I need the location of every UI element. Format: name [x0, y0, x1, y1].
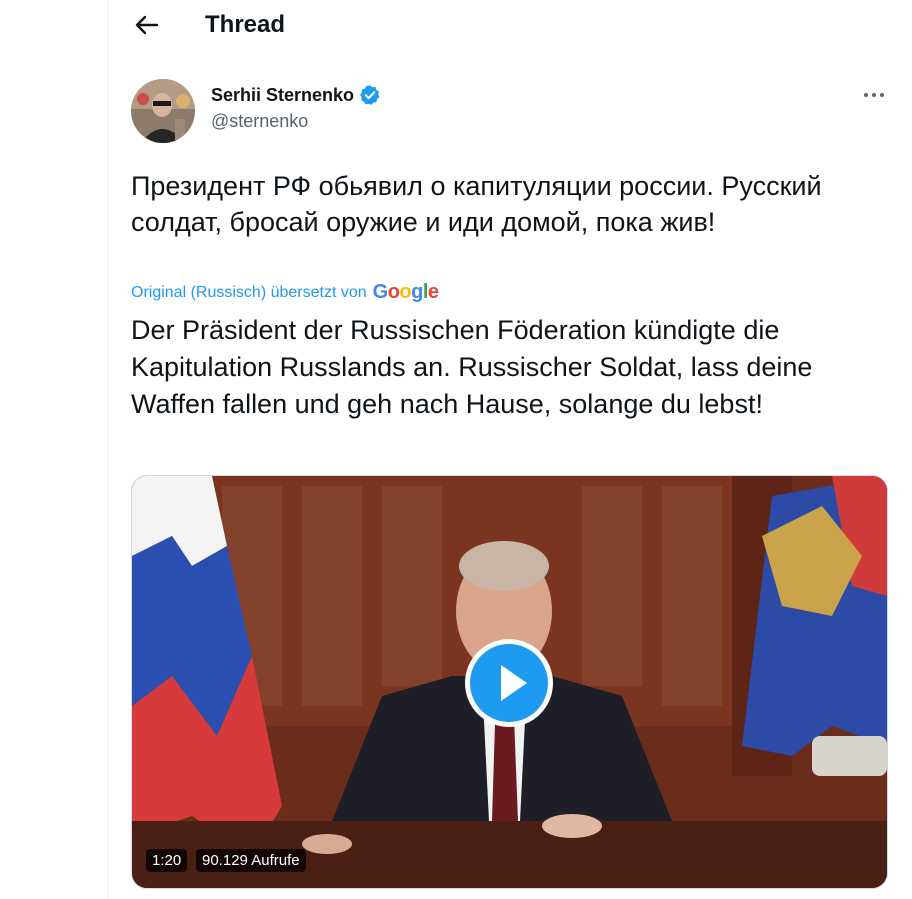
back-button[interactable] [131, 10, 161, 40]
main-column: Thread Serhii Sternenko @sternenko Прези… [108, 0, 912, 899]
video-duration: 1:20 [146, 849, 188, 872]
author-handle[interactable]: @sternenko [211, 111, 308, 132]
thread-header: Thread [109, 0, 912, 52]
video-views: 90.129 Aufrufe [196, 849, 306, 872]
video-player[interactable]: 1:20 90.129 Aufrufe [131, 475, 888, 889]
translation-attribution: Original (Russisch) übersetzt von Google [131, 281, 439, 304]
author-name-text[interactable]: Serhii Sternenko [211, 85, 354, 106]
more-dots-icon [864, 93, 884, 97]
play-icon [465, 639, 553, 727]
page-title: Thread [205, 11, 286, 38]
arrow-left-icon [135, 15, 159, 35]
author-name[interactable]: Serhii Sternenko [211, 84, 381, 106]
more-options-button[interactable] [861, 84, 887, 106]
translation-note[interactable]: Original (Russisch) übersetzt von [131, 284, 367, 302]
verified-badge-icon [360, 85, 380, 105]
avatar[interactable] [131, 79, 195, 143]
tweet-original-text: Президент РФ обьявил о капитуляции росси… [131, 171, 822, 237]
play-button[interactable] [463, 637, 555, 729]
google-logo: Google [372, 281, 439, 303]
tweet-translated-text: Der Präsident der Russischen Föderation … [131, 315, 813, 419]
